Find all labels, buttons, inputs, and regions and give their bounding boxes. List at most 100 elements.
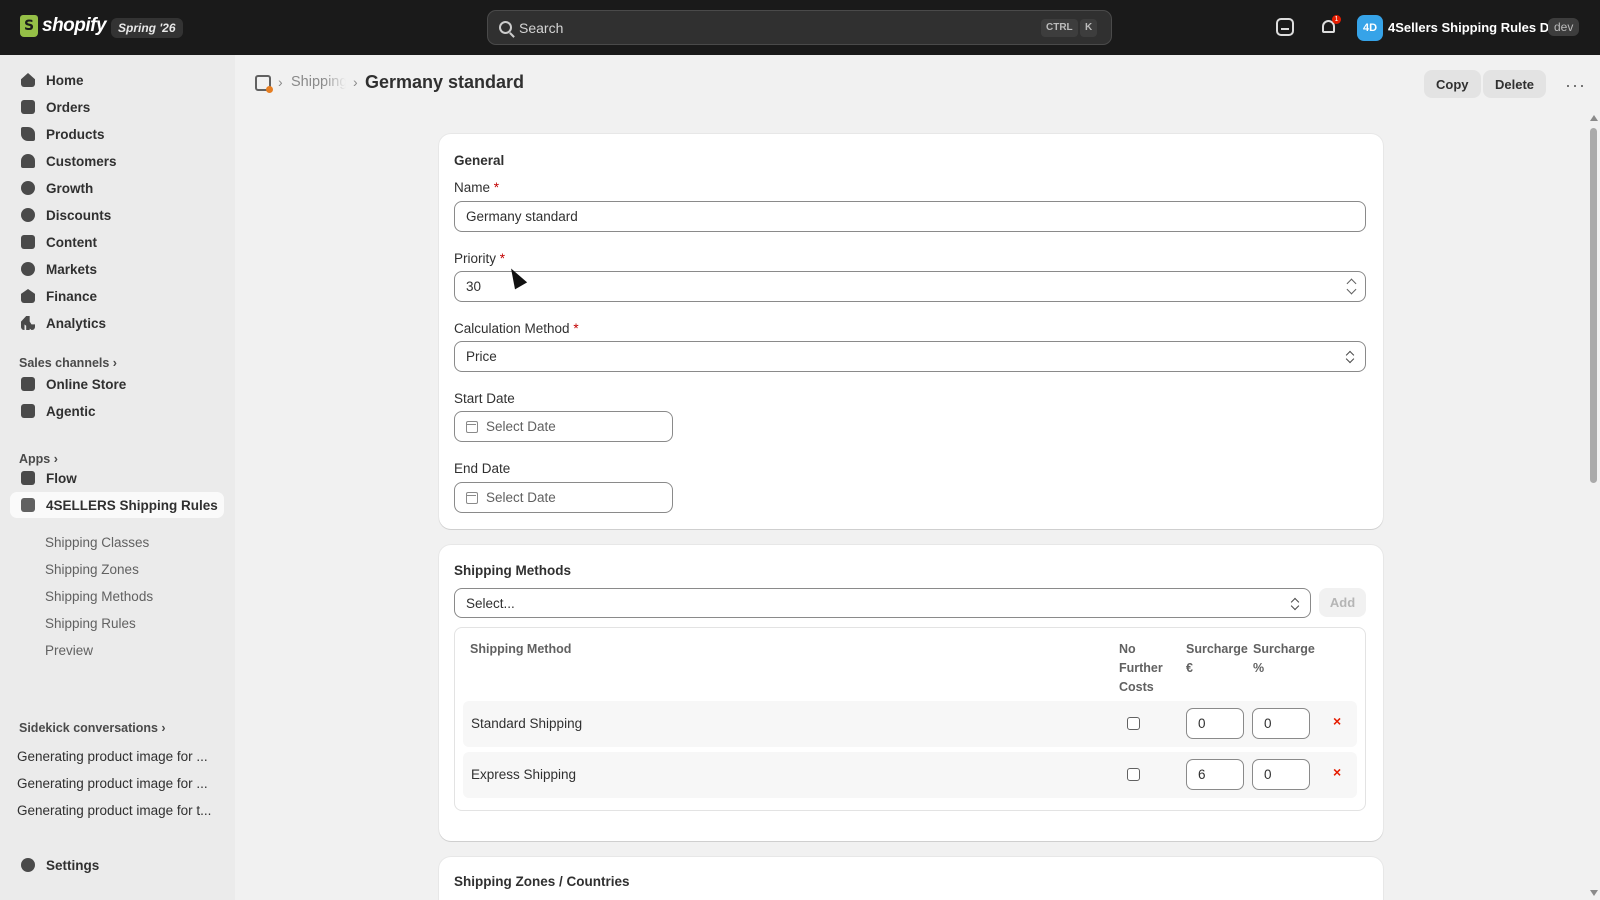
store-name[interactable]: 4Sellers Shipping Rules D... [1388,20,1560,35]
chat-icon[interactable] [1276,18,1294,36]
edition-badge[interactable]: Spring '26 [111,18,183,38]
brand-name: shopify [42,15,107,36]
sidebar-item-flow[interactable]: Flow [10,465,224,491]
scroll-down-icon[interactable] [1590,890,1598,896]
sidebar-subitem-shipping-classes[interactable]: Shipping Classes [45,535,149,550]
breadcrumb-parent[interactable]: Shipping [291,74,346,90]
shipping-methods-title: Shipping Methods [454,563,571,578]
store-avatar[interactable]: 4D [1357,15,1383,41]
sidebar-subitem-preview[interactable]: Preview [45,643,93,658]
surcharge-pct-input[interactable]: 0 [1252,759,1310,790]
more-actions-icon[interactable]: ··· [1565,75,1586,96]
priority-input[interactable]: 30 [454,271,1366,302]
sidekick-item[interactable]: Generating product image for ... [17,776,217,791]
sidebar-item-label: Settings [46,857,100,873]
sidebar-item-analytics[interactable]: Analytics [10,310,224,336]
no-further-costs-checkbox[interactable] [1127,768,1140,781]
app-icon [21,498,35,512]
sidebar-item-label: Home [46,72,84,88]
calendar-icon [466,420,478,433]
sidebar-subitem-shipping-methods[interactable]: Shipping Methods [45,589,153,604]
start-date-label: Start Date [454,391,515,406]
search-bar[interactable]: CTRL K [487,10,1112,45]
no-further-costs-checkbox[interactable] [1127,717,1140,730]
calendar-icon [466,491,478,504]
sidekick-label[interactable]: Sidekick conversations › [19,721,166,735]
shipping-zones-card: Shipping Zones / Countries [439,857,1383,900]
sidebar-item-agentic[interactable]: Agentic [10,398,224,424]
sidebar-item-content[interactable]: Content [10,229,224,255]
page-title: Germany standard [365,72,525,92]
shopify-logo[interactable]: shopify [20,15,107,37]
sidebar-subitem-shipping-rules[interactable]: Shipping Rules [45,616,136,631]
sidebar-item-label: Agentic [46,403,96,419]
priority-label: Priority * [454,251,505,266]
sales-channels-label[interactable]: Sales channels › [19,356,117,370]
sidebar-item-settings[interactable]: Settings [10,852,224,878]
priority-stepper[interactable] [1346,276,1357,298]
sidebar-item-label: Analytics [46,315,107,331]
name-label-text: Name [454,180,491,195]
scroll-up-icon[interactable] [1590,115,1598,121]
sidebar-item-growth[interactable]: Growth [10,175,224,201]
sidebar-item-label: Online Store [46,376,127,392]
shipping-method-select[interactable]: Select... [454,588,1311,618]
sidebar-subitem-shipping-zones[interactable]: Shipping Zones [45,562,139,577]
end-date-label: End Date [454,461,511,476]
sidekick-item[interactable]: Generating product image for ... [17,749,217,764]
select-chevron-icon [1345,350,1355,364]
calc-value: Price [466,349,497,364]
sidebar-item-markets[interactable]: Markets [10,256,224,282]
start-date-picker[interactable]: Select Date [454,411,673,442]
sidebar-item-products[interactable]: Products [10,121,224,147]
end-date-picker[interactable]: Select Date [454,482,673,513]
shortcut-ctrl: CTRL [1041,19,1078,37]
surcharge-pct-input[interactable]: 0 [1252,708,1310,739]
sidebar-item-label: Orders [46,99,91,115]
search-input[interactable] [519,18,999,38]
sidebar-item-discounts[interactable]: Discounts [10,202,224,228]
priority-label-text: Priority [454,251,497,266]
sidebar: Home Orders Products Customers Growth Di… [0,55,235,900]
remove-icon[interactable]: × [1333,713,1341,729]
copy-button[interactable]: Copy [1424,70,1481,98]
stepper-down-icon[interactable] [1346,284,1357,295]
apps-label[interactable]: Apps › [19,452,58,466]
sidebar-item-online-store[interactable]: Online Store [10,371,224,397]
sidebar-item-finance[interactable]: Finance [10,283,224,309]
name-input[interactable]: Germany standard [454,201,1366,232]
method-name: Standard Shipping [471,716,583,731]
bell-icon[interactable]: 1 [1320,15,1341,36]
surcharge-eur-input[interactable]: 0 [1186,708,1244,739]
page-scrollbar[interactable] [1587,110,1600,900]
app-breadcrumb-icon[interactable] [255,75,273,93]
tag-icon [21,127,35,141]
general-card: General Name * Germany standard Priority… [439,134,1383,529]
calculation-method-select[interactable]: Price [454,341,1366,372]
add-method-button[interactable]: Add [1319,588,1366,617]
table-row: Express Shipping 6 0 × [463,752,1357,798]
sidekick-item[interactable]: Generating product image for t... [17,803,217,818]
sidebar-item-orders[interactable]: Orders [10,94,224,120]
select-chevron-icon [1290,597,1300,611]
sidebar-item-4sellers-shipping-rules[interactable]: 4SELLERS Shipping Rules [10,492,224,518]
person-icon [21,154,35,168]
delete-button[interactable]: Delete [1483,70,1547,98]
sidebar-item-customers[interactable]: Customers [10,148,224,174]
calc-label-text: Calculation Method [454,321,570,336]
shopify-bag-icon [20,15,38,37]
shipping-zones-title: Shipping Zones / Countries [454,874,630,889]
surcharge-eur-input[interactable]: 6 [1186,759,1244,790]
store-icon [21,377,35,391]
scroll-thumb[interactable] [1590,128,1597,483]
remove-icon[interactable]: × [1333,764,1341,780]
required-mark: * [493,180,500,195]
sidebar-item-home[interactable]: Home [10,67,224,93]
notification-badge: 1 [1332,15,1341,24]
col-no-further-costs: No Further Costs [1119,642,1163,694]
calculation-method-label: Calculation Method * [454,321,579,336]
general-title: General [454,153,505,168]
breadcrumb-separator: › [278,74,283,90]
section-label-text: Sidekick conversations [19,721,158,735]
growth-icon [21,181,35,195]
